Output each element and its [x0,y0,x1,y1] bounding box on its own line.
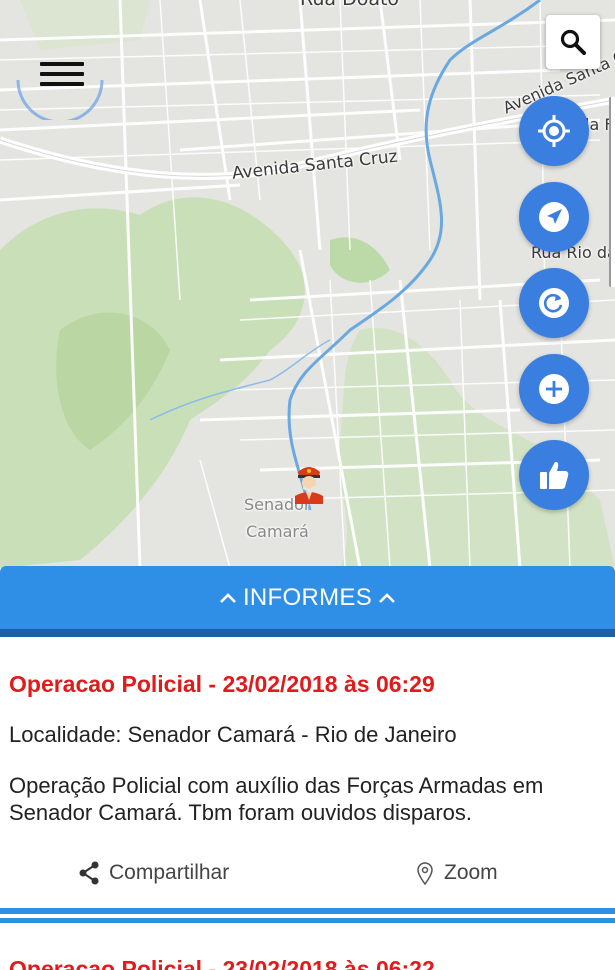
zoom-button[interactable]: Zoom [416,861,498,885]
navigation-button[interactable] [519,182,589,252]
share-icon [79,861,99,885]
refresh-button[interactable] [519,268,589,338]
report-divider [0,908,615,914]
report-title: Operacao Policial - 23/02/2018 às 06:22 [9,956,435,970]
report-card: Operacao Policial - 23/02/2018 às 06:22 [0,923,615,970]
place-label: Camará [246,522,309,541]
like-button[interactable] [519,440,589,510]
informes-panel-toggle[interactable]: INFORMES [0,566,615,630]
panel-divider [0,629,615,637]
chevron-up-icon [220,593,236,603]
report-description: Operação Policial com auxílio das Forças… [9,773,544,825]
map-pin-icon [417,862,433,885]
search-icon [560,29,586,55]
locate-icon [538,115,570,147]
report-card: Operacao Policial - 23/02/2018 às 06:29 … [0,637,615,907]
search-button[interactable] [546,15,600,69]
menu-button[interactable] [16,40,104,120]
add-icon [539,374,569,404]
refresh-icon [539,288,569,318]
chevron-up-icon [379,593,395,603]
share-button[interactable]: Compartilhar [78,861,229,885]
thumbs-up-icon [540,461,569,489]
add-button[interactable] [519,354,589,424]
police-officer-icon[interactable] [292,462,326,504]
panel-title: INFORMES [242,584,373,611]
report-location: Localidade: Senador Camará - Rio de Jane… [9,722,457,747]
report-title: Operacao Policial - 23/02/2018 às 06:29 [9,671,435,697]
share-label: Compartilhar [109,861,230,884]
map-view[interactable]: Rua Doato Avenida Santa Cruz Avenida San… [0,0,615,568]
street-label: Rua Doato [300,0,399,10]
zoom-label: Zoom [444,861,498,884]
locate-button[interactable] [519,96,589,166]
map-edge-panel [609,97,615,287]
navigation-arrow-icon [539,202,569,232]
